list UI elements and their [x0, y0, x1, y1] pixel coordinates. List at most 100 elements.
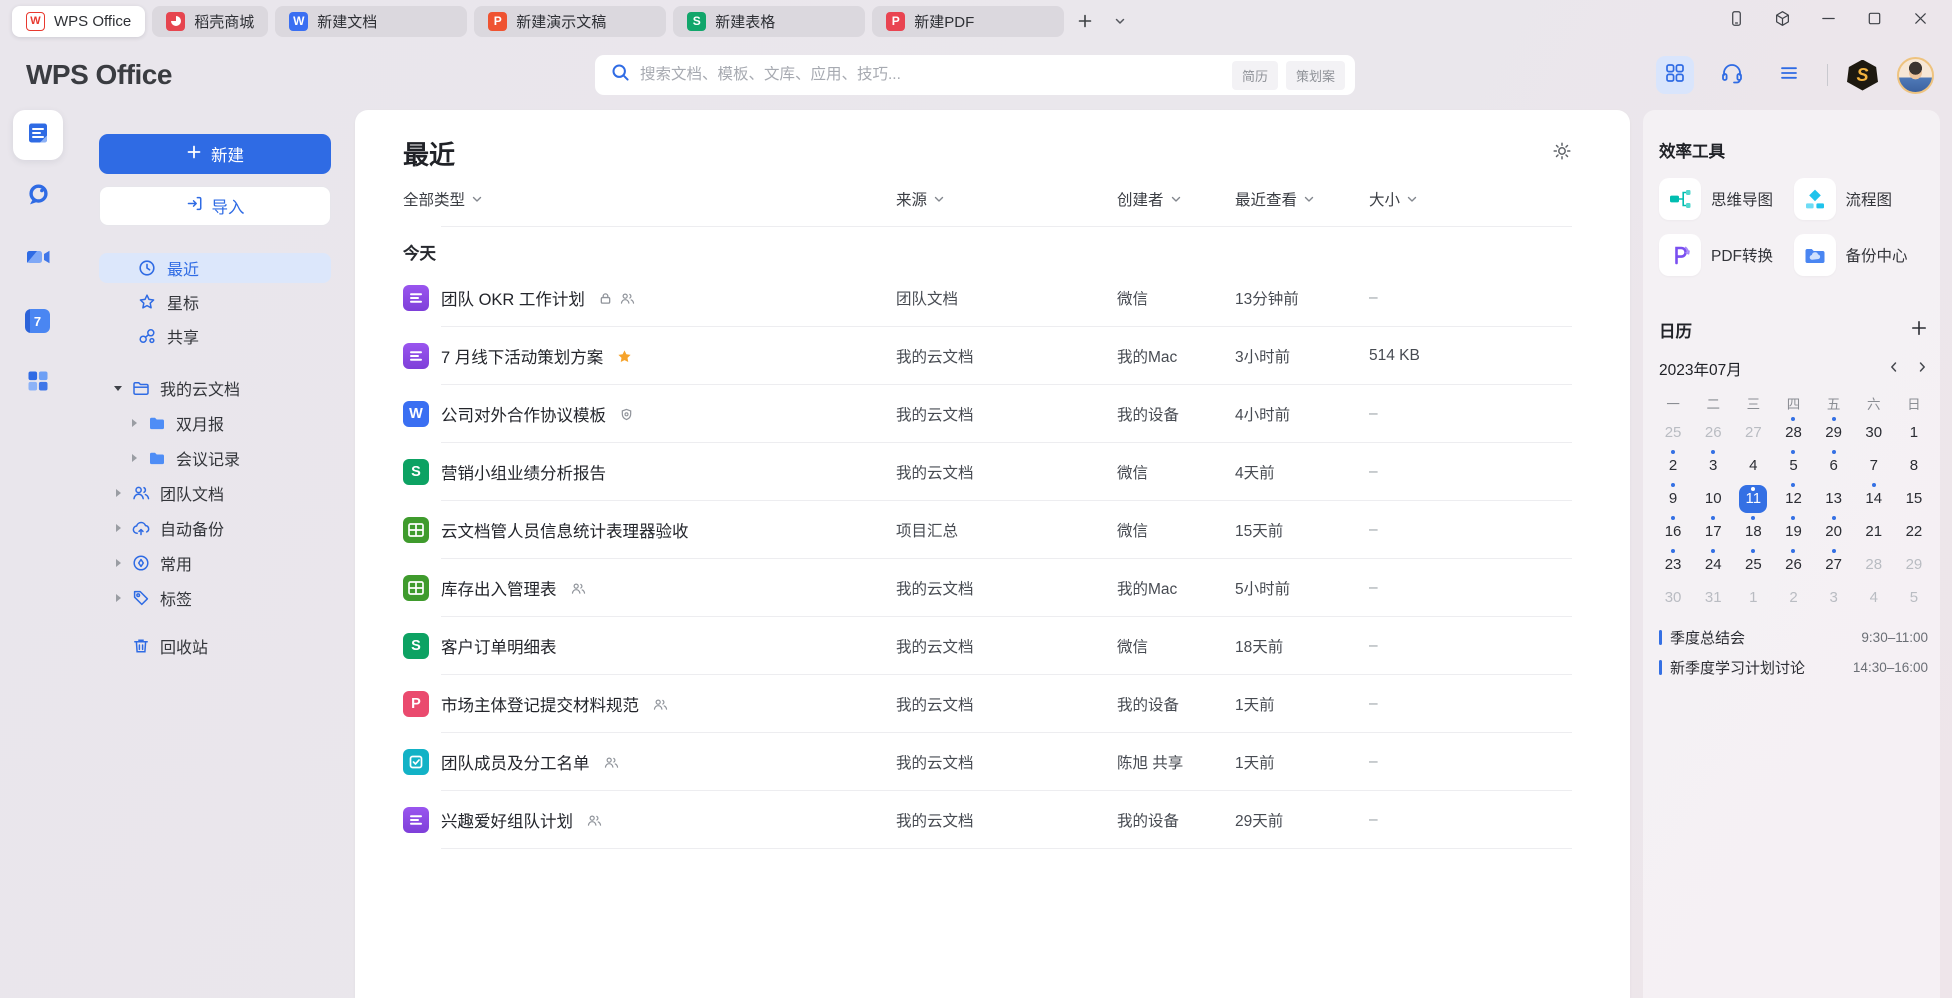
mobile-view-button[interactable]	[1726, 11, 1746, 31]
calendar-day[interactable]: 22	[1894, 515, 1934, 548]
search-tag-plan[interactable]: 策划案	[1286, 61, 1345, 90]
maximize-button[interactable]	[1864, 11, 1884, 31]
sidebar-item-trash[interactable]: 回收站	[99, 631, 331, 661]
calendar-day[interactable]: 10	[1693, 482, 1733, 515]
calendar-day[interactable]: 2	[1773, 581, 1813, 614]
filter-dropdown[interactable]: 全部类型	[403, 188, 482, 210]
file-row[interactable]: S 客户订单明细表 我的云文档 微信 18天前 –	[403, 617, 1572, 675]
calendar-day[interactable]: 20	[1814, 515, 1854, 548]
file-row[interactable]: 库存出入管理表 我的云文档 我的Mac 5小时前 –	[403, 559, 1572, 617]
caret-icon[interactable]	[113, 593, 123, 603]
tool-mindmap[interactable]: 思维导图	[1659, 178, 1794, 220]
rail-item-calendar-7[interactable]: 7	[13, 296, 63, 346]
caret-icon[interactable]	[113, 383, 123, 393]
calendar-day[interactable]: 12	[1773, 482, 1813, 515]
support-button[interactable]	[1713, 56, 1751, 94]
calendar-day[interactable]: 25	[1653, 416, 1693, 449]
user-avatar[interactable]	[1897, 57, 1934, 94]
calendar-day[interactable]: 1	[1894, 416, 1934, 449]
filter-dropdown[interactable]: 来源	[896, 188, 944, 210]
file-row[interactable]: 7 月线下活动策划方案 我的云文档 我的Mac 3小时前 514 KB	[403, 327, 1572, 385]
file-row[interactable]: S 营销小组业绩分析报告 我的云文档 微信 4天前 –	[403, 443, 1572, 501]
calendar-day[interactable]: 3	[1693, 449, 1733, 482]
tree-item-cloud-backup[interactable]: 自动备份	[99, 513, 331, 543]
caret-icon[interactable]	[129, 453, 139, 463]
caret-icon[interactable]	[113, 488, 123, 498]
tool-flowchart[interactable]: 流程图	[1794, 178, 1929, 220]
tab-list-chevron[interactable]	[1106, 7, 1134, 35]
calendar-day[interactable]: 26	[1693, 416, 1733, 449]
calendar-day[interactable]: 28	[1773, 416, 1813, 449]
close-button[interactable]	[1910, 11, 1930, 31]
tool-backup-center[interactable]: 备份中心	[1794, 234, 1929, 276]
workspace-box-button[interactable]	[1772, 11, 1792, 31]
tree-item-tag[interactable]: 标签	[99, 583, 331, 613]
tree-item-folder-filled[interactable]: 双月报	[99, 408, 331, 438]
file-row[interactable]: 兴趣爱好组队计划 我的云文档 我的设备 29天前 –	[403, 791, 1572, 849]
calendar-day[interactable]: 6	[1814, 449, 1854, 482]
calendar-day[interactable]: 1	[1733, 581, 1773, 614]
calendar-day[interactable]: 14	[1854, 482, 1894, 515]
tree-item-folder-outline[interactable]: 我的云文档	[99, 373, 331, 403]
calendar-day[interactable]: 17	[1693, 515, 1733, 548]
rail-item-documents[interactable]	[13, 110, 63, 160]
tab-spreadsheet[interactable]: S 新建表格	[673, 6, 865, 37]
calendar-day[interactable]: 2	[1653, 449, 1693, 482]
search-bar[interactable]: 简历 策划案	[595, 55, 1355, 95]
calendar-day[interactable]: 27	[1814, 548, 1854, 581]
new-document-button[interactable]: 新建	[99, 134, 331, 174]
calendar-day[interactable]: 7	[1854, 449, 1894, 482]
calendar-day[interactable]: 26	[1773, 548, 1813, 581]
tab-presentation[interactable]: P 新建演示文稿	[474, 6, 666, 37]
calendar-day[interactable]: 15	[1894, 482, 1934, 515]
calendar-day[interactable]: 5	[1773, 449, 1813, 482]
tool-pdf-convert[interactable]: PDF转换	[1659, 234, 1794, 276]
tree-item-team[interactable]: 团队文档	[99, 478, 331, 508]
calendar-day[interactable]: 13	[1814, 482, 1854, 515]
calendar-next-button[interactable]	[1916, 360, 1928, 378]
tree-item-compass[interactable]: 常用	[99, 548, 331, 578]
calendar-day[interactable]: 28	[1854, 548, 1894, 581]
calendar-day[interactable]: 5	[1894, 581, 1934, 614]
search-input[interactable]	[640, 66, 1232, 84]
file-row[interactable]: 团队 OKR 工作计划 团队文档 微信 13分钟前 –	[403, 269, 1572, 327]
tab-pdf[interactable]: P 新建PDF	[872, 6, 1064, 37]
import-button[interactable]: 导入	[99, 186, 331, 226]
calendar-day[interactable]: 4	[1854, 581, 1894, 614]
tree-item-folder-filled[interactable]: 会议记录	[99, 443, 331, 473]
file-row[interactable]: 云文档管人员信息统计表理器验收 项目汇总 微信 15天前 –	[403, 501, 1572, 559]
new-tab-button[interactable]	[1071, 7, 1099, 35]
calendar-event[interactable]: 季度总结会 9:30–11:00	[1659, 622, 1928, 652]
caret-icon[interactable]	[129, 418, 139, 428]
calendar-day[interactable]: 19	[1773, 515, 1813, 548]
sidebar-item-star[interactable]: 星标	[99, 287, 331, 317]
caret-icon[interactable]	[113, 523, 123, 533]
calendar-day[interactable]: 30	[1854, 416, 1894, 449]
search-tag-resume[interactable]: 简历	[1232, 61, 1278, 90]
calendar-day-selected[interactable]: 11	[1733, 482, 1773, 515]
tab-wps[interactable]: W WPS Office	[12, 6, 145, 37]
tab-writer[interactable]: W 新建文档	[275, 6, 467, 37]
caret-icon[interactable]	[113, 558, 123, 568]
list-settings-button[interactable]	[1552, 141, 1572, 166]
membership-badge[interactable]: S	[1847, 60, 1878, 91]
sidebar-item-clock[interactable]: 最近	[99, 253, 331, 283]
rail-item-apps[interactable]	[13, 358, 63, 408]
calendar-day[interactable]: 8	[1894, 449, 1934, 482]
calendar-day[interactable]: 24	[1693, 548, 1733, 581]
calendar-day[interactable]: 31	[1693, 581, 1733, 614]
calendar-day[interactable]: 9	[1653, 482, 1693, 515]
file-row[interactable]: P 市场主体登记提交材料规范 我的云文档 我的设备 1天前 –	[403, 675, 1572, 733]
file-row[interactable]: 团队成员及分工名单 我的云文档 陈旭 共享 1天前 –	[403, 733, 1572, 791]
file-row[interactable]: W 公司对外合作协议模板 我的云文档 我的设备 4小时前 –	[403, 385, 1572, 443]
calendar-event[interactable]: 新季度学习计划讨论 14:30–16:00	[1659, 652, 1928, 682]
sidebar-item-share[interactable]: 共享	[99, 321, 331, 351]
filter-dropdown[interactable]: 大小	[1369, 188, 1417, 210]
calendar-day[interactable]: 18	[1733, 515, 1773, 548]
calendar-day[interactable]: 21	[1854, 515, 1894, 548]
tab-docer[interactable]: 稻壳商城	[152, 6, 268, 37]
calendar-day[interactable]: 4	[1733, 449, 1773, 482]
calendar-day[interactable]: 29	[1894, 548, 1934, 581]
calendar-day[interactable]: 16	[1653, 515, 1693, 548]
rail-item-messages[interactable]	[13, 172, 63, 222]
